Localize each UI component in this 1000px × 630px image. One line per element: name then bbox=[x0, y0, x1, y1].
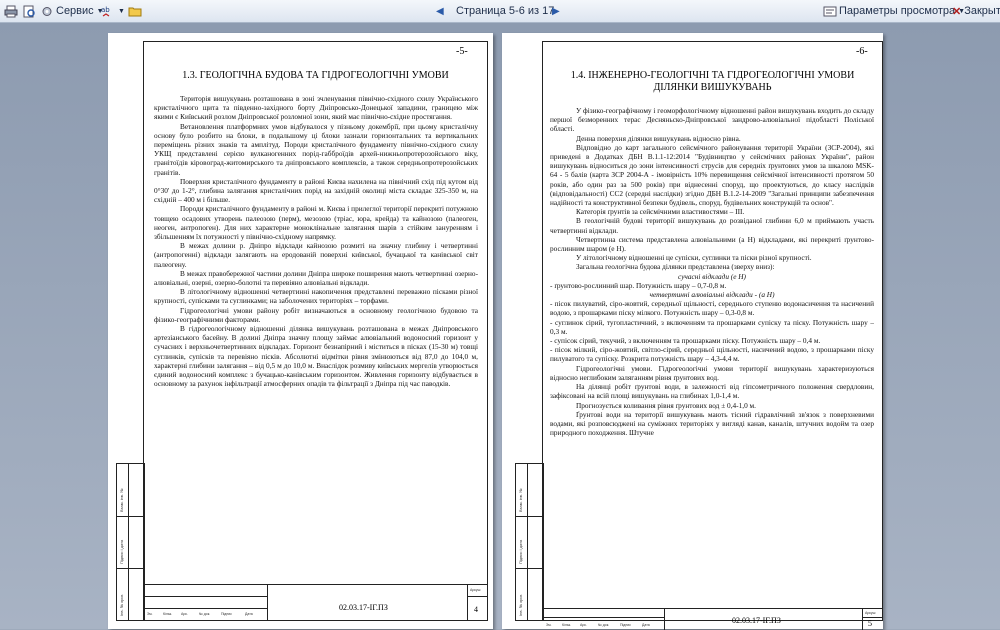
paragraph: В межах правобережної частини долини Дні… bbox=[154, 268, 478, 288]
paragraph: Територія вишукувань розташована в зоні … bbox=[154, 94, 478, 122]
document-code: 02.03.17-ІГ.ПЗ bbox=[339, 603, 388, 612]
close-button[interactable]: ✕ Закрыть bbox=[952, 3, 1000, 19]
side-label: Підпис і дата bbox=[119, 539, 124, 564]
paragraph: В літологічному відношенні четвертинні н… bbox=[154, 287, 478, 306]
document-page-left: -5- 1.3. ГЕОЛОГІЧНА БУДОВА ТА ГІДРОГЕОЛО… bbox=[108, 33, 493, 629]
stamp-cell: Зм. bbox=[546, 623, 552, 627]
paragraph: - суглинок сірий, тугопластичний, з вклю… bbox=[550, 317, 874, 336]
paragraph: Ґрунтові води на території вишукувань ма… bbox=[550, 409, 874, 438]
body-text: У фізико-географічному і геоморфологічно… bbox=[550, 106, 874, 606]
close-icon: ✕ bbox=[952, 5, 962, 18]
stamp-cell: Дата bbox=[245, 612, 253, 616]
view-options-icon bbox=[823, 6, 837, 16]
folder-icon[interactable] bbox=[128, 3, 142, 19]
side-label: Взам. інв. № bbox=[119, 488, 124, 512]
stamp-cell: Підпис bbox=[221, 612, 232, 616]
side-stamp: Інв. № ориг. Підпис і дата Взам. інв. № bbox=[116, 463, 145, 621]
paragraph: Поверхня кристалічного фундаменту в райо… bbox=[154, 176, 478, 205]
highlight-dropdown-icon[interactable]: ▼ bbox=[118, 3, 125, 19]
arrow-right-icon: ▶ bbox=[552, 5, 560, 17]
print-icon[interactable] bbox=[4, 3, 18, 19]
stamp-cell: № док. bbox=[598, 623, 610, 627]
side-label: Інв. № ориг. bbox=[518, 594, 523, 616]
stamp-cell: Кільк. bbox=[163, 612, 173, 616]
paragraph: Прогнозується коливання рівня ґрунтових … bbox=[576, 400, 756, 410]
paragraph: У фізико-географічному і геоморфологічно… bbox=[550, 106, 874, 134]
section-heading: 1.3. ГЕОЛОГІЧНА БУДОВА ТА ГІДРОГЕОЛОГІЧН… bbox=[182, 70, 449, 81]
page-indicator: Страница 5-6 из 17 bbox=[456, 5, 555, 17]
paragraph: Четвертинна система представлена алювіал… bbox=[550, 234, 874, 254]
paragraph: - пісок мілкий, сіро-жовтий, світло-сіри… bbox=[550, 345, 874, 364]
stamp-cell: Кільк. bbox=[562, 623, 572, 627]
section-heading: 1.4. ІНЖЕНЕРНО-ГЕОЛОГІЧНІ ТА ГІДРОГЕОЛОГ… bbox=[543, 70, 882, 94]
stamp-cell: Арк. bbox=[181, 612, 188, 616]
stamp-cell: Дата bbox=[642, 623, 650, 627]
title-block: Зм. Кільк. Арк. № док. Підпис Дата 02.03… bbox=[143, 584, 488, 620]
page-number: -5- bbox=[456, 46, 468, 57]
page-number: -6- bbox=[856, 46, 868, 57]
sheet-label: Аркуш bbox=[470, 588, 481, 592]
tools-icon bbox=[42, 6, 52, 16]
view-options-label: Параметры просмотра bbox=[839, 5, 956, 17]
side-label: Підпис і дата bbox=[518, 539, 523, 564]
view-options-menu[interactable]: Параметры просмотра ▼ bbox=[823, 3, 965, 19]
paragraph: В геологічній будові території вишукуван… bbox=[550, 216, 874, 235]
stamp-cell: Арк. bbox=[580, 623, 587, 627]
close-label: Закрыть bbox=[964, 5, 1000, 17]
arrow-left-icon: ◀ bbox=[436, 5, 444, 17]
heading-line: ДІЛЯНКИ ВИШУКУВАНЬ bbox=[653, 82, 772, 93]
stamp-cell: № док. bbox=[199, 612, 211, 616]
next-page-button[interactable]: ▶ bbox=[552, 3, 560, 19]
paragraph: В гідрогеологічному відношенні ділянка в… bbox=[154, 324, 478, 389]
print-preview-toolbar: Сервис ▼ ab ▼ ◀ Страница 5-6 из 17 ▶ Пар… bbox=[0, 0, 1000, 23]
paragraph: Гідрогеологічні умови. Гідрогеологічні у… bbox=[550, 363, 874, 382]
spelling-icon[interactable]: ab bbox=[100, 3, 118, 19]
document-page-right: -6- 1.4. ІНЖЕНЕРНО-ГЕОЛОГІЧНІ ТА ГІДРОГЕ… bbox=[502, 33, 883, 630]
paragraph: - пісок пилуватий, сіро-жовтий, середньо… bbox=[550, 299, 874, 318]
subheading: сучасні відклади (е Н) bbox=[678, 271, 746, 281]
svg-text:ab: ab bbox=[101, 6, 110, 14]
sheet-number: 4 bbox=[474, 605, 478, 614]
paragraph: Гідрогеологічні умови району робіт визна… bbox=[154, 305, 478, 324]
paragraph: - ґрунтово-рослинний шар. Потужність шар… bbox=[550, 280, 727, 290]
paragraph: На ділянці робіт ґрунтові води, в залежн… bbox=[550, 382, 874, 401]
service-label: Сервис bbox=[56, 5, 94, 17]
service-menu[interactable]: Сервис ▼ bbox=[40, 3, 104, 19]
title-block: Зм. Кільк. Арк. № док. Підпис Дата 02.03… bbox=[542, 608, 883, 630]
paragraph: Денна поверхня ділянки вишукувань віднос… bbox=[576, 133, 741, 143]
stamp-cell: Підпис bbox=[620, 623, 631, 627]
heading-line: 1.4. ІНЖЕНЕРНО-ГЕОЛОГІЧНІ ТА ГІДРОГЕОЛОГ… bbox=[570, 70, 855, 81]
subheading: четвертинні алювіальні відклади - (а Н) bbox=[649, 290, 775, 300]
side-label: Інв. № ориг. bbox=[119, 594, 124, 616]
preview-icon[interactable] bbox=[22, 3, 36, 19]
body-text: Територія вишукувань розташована в зоні … bbox=[154, 94, 478, 571]
prev-page-button[interactable]: ◀ bbox=[436, 3, 444, 19]
paragraph: Відповідно до карт загального сейсмічног… bbox=[550, 142, 874, 208]
sheet-label: Аркуш bbox=[865, 611, 876, 615]
side-label: Взам. інв. № bbox=[518, 488, 523, 512]
document-code: 02.03.17-ІГ.ПЗ bbox=[732, 616, 781, 625]
paragraph: У літологічному відношенні це супіски, с… bbox=[576, 253, 812, 263]
paragraph: Породи кристалічного фундаменту в районі… bbox=[154, 204, 478, 242]
stamp-cell: Зм. bbox=[147, 612, 153, 616]
paragraph: - супісок сірий, текучий, з включенням т… bbox=[550, 336, 821, 346]
paragraph: Ветановлення платформних умов відбувалос… bbox=[154, 121, 478, 177]
side-stamp: Інв. № ориг. Підпис і дата Взам. інв. № bbox=[515, 463, 544, 621]
paragraph: В межах долини р. Дніпро відклади кайноз… bbox=[154, 241, 478, 269]
paragraph: Категорія ґрунтів за сейсмічними властив… bbox=[576, 207, 745, 217]
sheet-number: 5 bbox=[868, 619, 872, 628]
paragraph: Загальна геологічна будова ділянки предс… bbox=[576, 262, 775, 272]
